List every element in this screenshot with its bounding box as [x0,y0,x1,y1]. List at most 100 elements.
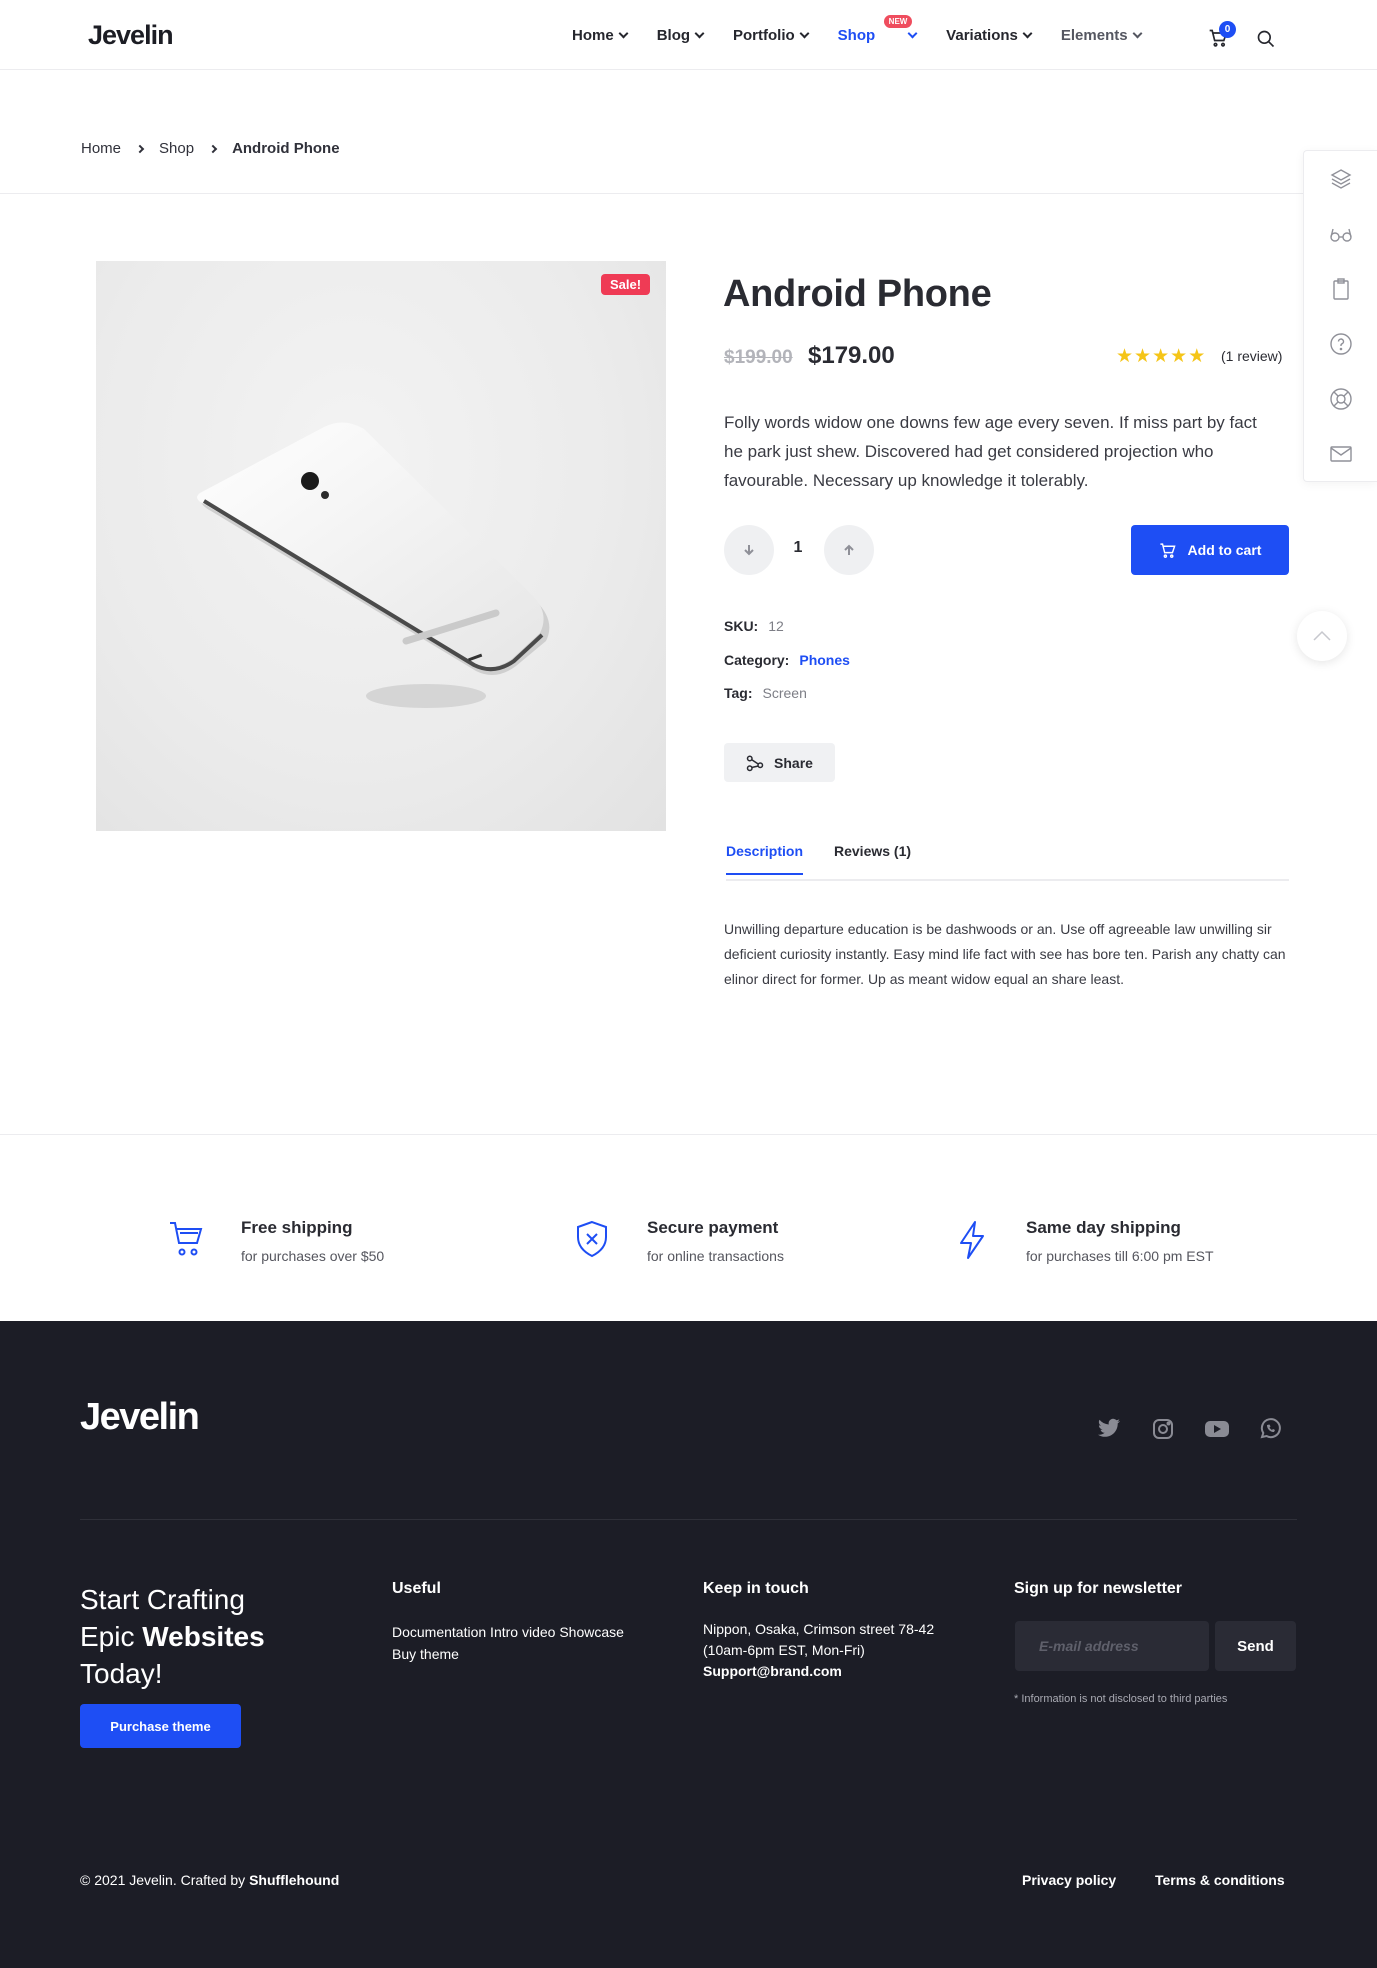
chevron-down-icon [799,28,810,38]
useful-link-line-1[interactable]: Documentation Intro video Showcase [392,1621,624,1643]
chevron-down-icon [618,28,629,38]
nav-shop[interactable]: Shop NEW [837,14,918,44]
nav-variations-label: Variations [946,26,1018,44]
category-link[interactable]: Phones [799,652,850,668]
side-toolbar [1303,150,1377,482]
scroll-to-top-button[interactable] [1297,611,1347,661]
feature-title: Free shipping [241,1218,353,1237]
footer-logo[interactable]: Jevelin [80,1396,200,1439]
newsletter-send-button[interactable]: Send [1215,1621,1296,1671]
twitter-icon[interactable] [1097,1418,1121,1440]
side-help-button[interactable] [1304,316,1377,371]
product-title: Android Phone [723,273,992,315]
youtube-icon[interactable] [1204,1418,1230,1440]
useful-title: Useful [392,1580,441,1597]
shield-icon [577,1220,607,1258]
purchase-theme-button[interactable]: Purchase theme [80,1704,241,1748]
new-badge: NEW [883,14,913,28]
copyright-text: © 2021 Jevelin. Crafted by [80,1872,250,1888]
search-icon[interactable] [1256,29,1276,49]
nav-blog[interactable]: Blog [657,27,705,44]
description-text: Unwilling departure education is be dash… [724,921,1286,987]
breadcrumb-current: Android Phone [232,140,340,157]
contact-email[interactable]: Support@brand.com [703,1661,934,1682]
add-to-cart-label: Add to cart [1187,542,1262,558]
breadcrumb-home[interactable]: Home [81,140,121,157]
chevron-right-icon [135,144,145,153]
nav-home[interactable]: Home [572,26,629,44]
side-glasses-button[interactable] [1304,206,1377,261]
product-short-description: Folly words widow one downs few age ever… [724,413,1257,490]
tab-reviews[interactable]: Reviews (1) [834,843,911,873]
add-to-cart-button[interactable]: Add to cart [1131,525,1289,575]
nav-home-label: Home [572,26,614,44]
side-support-button[interactable] [1304,371,1377,426]
useful-link-buy-theme[interactable]: Buy theme [392,1643,624,1665]
chevron-down-icon [1132,28,1143,38]
star-icon: ★ [1152,346,1170,367]
newsletter-note: * Information is not disclosed to third … [1014,1693,1228,1705]
share-button[interactable]: Share [724,743,835,782]
footer-divider [80,1519,1297,1520]
instagram-icon[interactable] [1152,1418,1174,1440]
reviews-count-link[interactable]: (1 review) [1221,348,1282,364]
feature-free-shipping: Free shipping for purchases over $50 [241,1218,384,1264]
copyright: © 2021 Jevelin. Crafted by Shufflehound [80,1872,339,1888]
tag-label: Tag: [724,685,753,701]
nav-elements[interactable]: Elements [1061,27,1143,44]
useful-links: Documentation Intro video Showcase Buy t… [392,1621,624,1665]
section-divider [0,1134,1377,1135]
chevron-down-icon [907,28,918,38]
contact-address: Nippon, Osaka, Crimson street 78-42 [703,1621,935,1637]
category-label: Category: [724,652,790,668]
lifebuoy-icon [1329,387,1352,410]
old-price: $199.00 [724,347,793,368]
nav-portfolio-label: Portfolio [733,26,795,44]
help-icon [1329,332,1352,355]
site-footer: Jevelin Start Crafting Epic Websites Tod… [0,1321,1377,1968]
quantity-increase-button[interactable] [824,525,874,575]
tab-description[interactable]: Description [726,843,804,875]
chevron-right-icon [208,144,218,153]
cta-line-2-b: Websites [142,1621,265,1652]
breadcrumb: Home Shop Android Phone [81,140,340,157]
star-icon: ★ [1116,346,1134,367]
cart-icon [170,1222,203,1256]
cta-line-3: Today! [80,1658,163,1689]
share-label: Share [774,754,813,771]
breadcrumb-shop[interactable]: Shop [159,140,194,157]
contact-hours: (10am-6pm EST, Mon-Fri) [703,1642,865,1658]
nav-variations[interactable]: Variations [946,26,1033,44]
newsletter-title: Sign up for newsletter [1014,1580,1183,1597]
product-tabs: Description Reviews (1) [726,843,1289,881]
terms-link[interactable]: Terms & conditions [1155,1872,1285,1888]
privacy-policy-link[interactable]: Privacy policy [1022,1872,1116,1888]
quantity-decrease-button[interactable] [724,525,774,575]
site-logo[interactable]: Jevelin [88,20,174,51]
side-layers-button[interactable] [1304,151,1377,206]
whatsapp-icon[interactable] [1259,1418,1281,1440]
nav-portfolio[interactable]: Portfolio [733,26,810,44]
side-clipboard-button[interactable] [1304,261,1377,316]
cta-line-2: Epic Websites [80,1618,265,1655]
cart-count-badge: 0 [1219,21,1236,38]
nav-shop-label: Shop [837,26,876,44]
side-mail-button[interactable] [1304,426,1377,481]
feature-same-day-shipping: Same day shipping for purchases till 6:0… [1026,1218,1214,1264]
mail-icon [1329,445,1352,462]
footer-cta: Start Crafting Epic Websites Today! [80,1581,265,1692]
phone-photo [197,422,550,708]
current-price: $179.00 [808,342,895,369]
glasses-icon [1329,228,1352,242]
newsletter-email-input[interactable]: E-mail address [1015,1621,1209,1671]
product-image[interactable]: Sale! [96,261,666,831]
share-icon [746,755,764,771]
sku-row: SKU: 12 [724,618,784,634]
feature-subtitle: for purchases over $50 [241,1248,385,1264]
quantity-value[interactable]: 1 [788,539,808,557]
author-link[interactable]: Shufflehound [249,1872,339,1888]
sku-label: SKU: [724,618,759,634]
category-row: Category: Phones [724,652,850,668]
tag-link[interactable]: Screen [763,685,807,701]
cta-line-1: Start Crafting [80,1584,245,1615]
